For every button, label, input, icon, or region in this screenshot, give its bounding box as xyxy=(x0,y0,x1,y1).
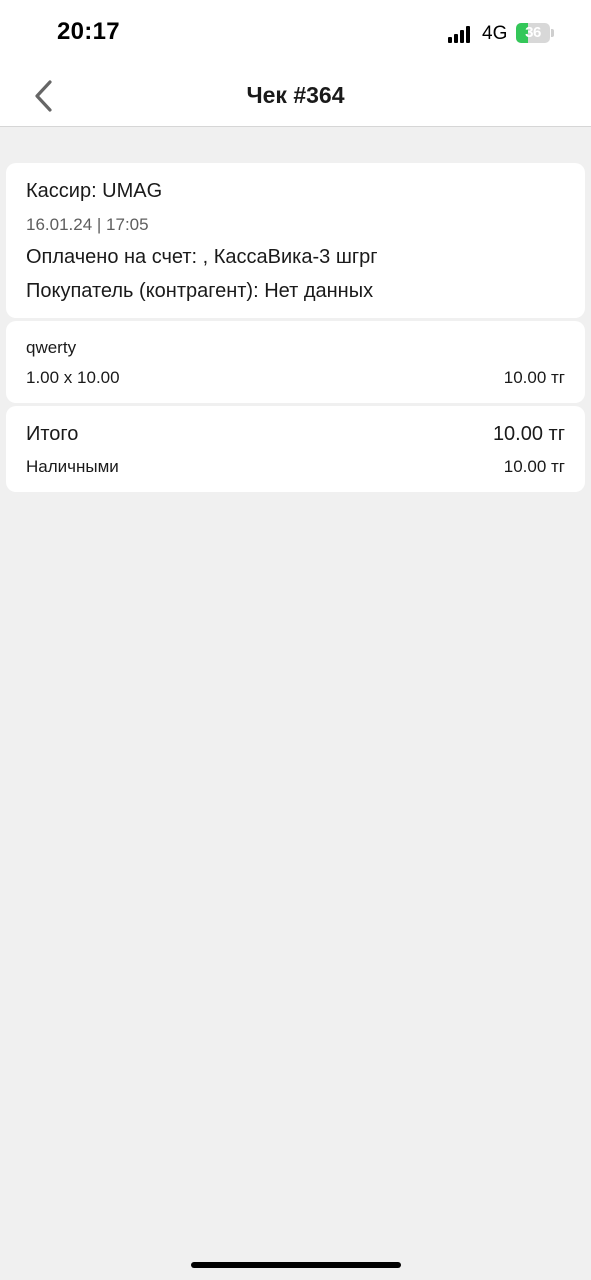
paid-to-account: Оплачено на счет: , КассаВика-3 шгрг xyxy=(26,246,378,268)
cashier-label: Кассир: UMAG xyxy=(26,180,163,202)
payment-method-value: 10.00 тг xyxy=(503,457,565,476)
list-item: qwerty 1.00 x 10.00 10.00 тг xyxy=(6,321,585,403)
total-label: Итого xyxy=(26,423,79,445)
buyer-label: Покупатель (контрагент): Нет данных xyxy=(26,280,374,302)
battery-level: 36 xyxy=(525,24,541,41)
item-sum: 10.00 тг xyxy=(503,368,565,387)
nav-bar: Чек #364 xyxy=(0,66,591,127)
page-title: Чек #364 xyxy=(246,82,345,108)
totals-card: Итого 10.00 тг Наличными 10.00 тг xyxy=(6,406,585,492)
receipt-datetime: 16.01.24 | 17:05 xyxy=(26,215,149,234)
total-value: 10.00 тг xyxy=(492,423,565,445)
battery-icon: 36 xyxy=(516,23,550,43)
item-quantity-price: 1.00 x 10.00 xyxy=(26,368,120,387)
payment-method-label: Наличными xyxy=(26,457,119,476)
item-name: qwerty xyxy=(26,338,77,357)
status-time: 20:17 xyxy=(57,18,120,45)
home-indicator[interactable] xyxy=(191,1262,401,1268)
status-bar: 20:17 4G 36 xyxy=(0,0,591,66)
cellular-signal-icon xyxy=(448,25,474,43)
network-type: 4G xyxy=(482,23,508,44)
receipt-info-card: Кассир: UMAG 16.01.24 | 17:05 Оплачено н… xyxy=(6,163,585,318)
battery-cap xyxy=(551,29,554,37)
